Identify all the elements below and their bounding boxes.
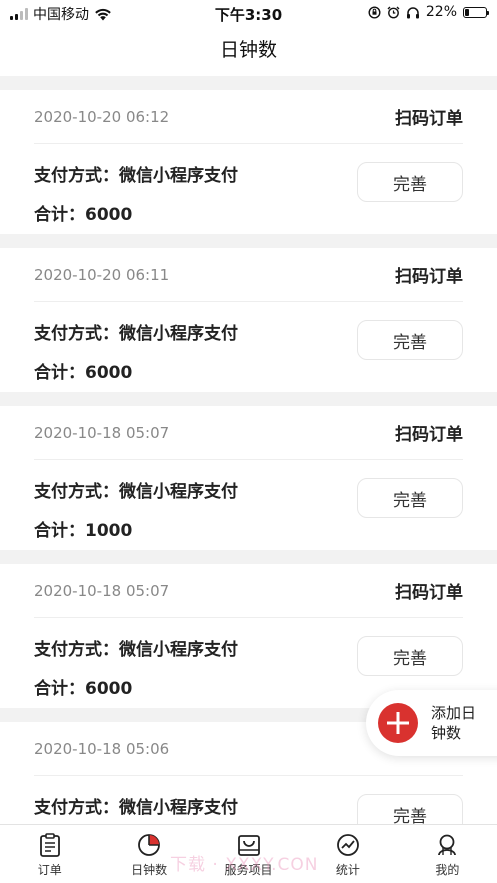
tab-bar: 订单 日钟数 服务项目 统计 我的 [0,824,497,883]
order-card-header: 2020-10-20 06:11 扫码订单 [34,248,463,302]
complete-button[interactable]: 完善 [357,320,463,360]
order-time: 2020-10-20 06:11 [34,265,170,284]
app-screen: 中国移动 下午3:30 22% 日钟数 2020-10-20 06:12 扫码订… [0,0,497,883]
tab-orders[interactable]: 订单 [0,825,99,883]
order-time: 2020-10-18 05:06 [34,739,170,758]
order-total: 合计：6000 [34,679,133,699]
battery-fill [465,8,470,16]
page-title: 日钟数 [0,26,497,76]
complete-button[interactable]: 完善 [357,478,463,518]
battery-icon [463,6,489,18]
orientation-lock-icon [368,5,381,19]
order-type: 扫码订单 [395,425,463,445]
pie-chart-icon [136,833,162,857]
payment-method: 支付方式：微信小程序支付 [34,324,238,344]
status-bar: 中国移动 下午3:30 22% [0,0,497,26]
order-total: 合计：1000 [34,521,133,541]
tab-daily-count-label: 日钟数 [131,863,168,877]
alarm-icon [387,6,400,18]
user-icon [434,833,460,857]
tab-services-label: 服务项目 [224,863,273,877]
order-card-header: 2020-10-18 05:07 扫码订单 [34,564,463,618]
order-card[interactable]: 2020-10-18 05:07 扫码订单 支付方式：微信小程序支付 合计：10… [0,406,497,550]
order-card-body: 支付方式：微信小程序支付 合计：6000 完善 [34,302,463,392]
payment-method: 支付方式：微信小程序支付 [34,166,238,186]
tab-orders-label: 订单 [37,863,62,877]
order-card-header: 2020-10-20 06:12 扫码订单 [34,90,463,144]
tab-daily-count[interactable]: 日钟数 [99,825,198,883]
order-card[interactable]: 2020-10-20 06:11 扫码订单 支付方式：微信小程序支付 合计：60… [0,248,497,392]
order-card-body: 支付方式：微信小程序支付 合计：6000 完善 [34,144,463,234]
order-type: 扫码订单 [395,583,463,603]
order-type: 扫码订单 [395,267,463,287]
payment-method: 支付方式：微信小程序支付 [34,798,238,818]
order-list-icon [37,833,63,857]
order-time: 2020-10-18 05:07 [34,581,170,600]
order-card[interactable]: 2020-10-18 05:07 扫码订单 支付方式：微信小程序支付 合计：60… [0,564,497,708]
order-card[interactable]: 2020-10-20 06:12 扫码订单 支付方式：微信小程序支付 合计：60… [0,90,497,234]
complete-button[interactable]: 完善 [357,162,463,202]
order-total: 合计：6000 [34,363,133,383]
plus-icon [378,703,418,743]
battery-percent: 22% [425,4,457,20]
tab-services[interactable]: 服务项目 [199,825,298,883]
order-type: 扫码订单 [395,109,463,129]
trend-chart-icon [335,833,361,857]
tab-statistics[interactable]: 统计 [298,825,397,883]
add-daily-count-button[interactable]: 添加日钟数 [366,690,497,756]
complete-button[interactable]: 完善 [357,636,463,676]
order-list[interactable]: 2020-10-20 06:12 扫码订单 支付方式：微信小程序支付 合计：60… [0,90,497,880]
payment-method: 支付方式：微信小程序支付 [34,482,238,502]
order-total: 合计：6000 [34,205,133,225]
tab-statistics-label: 统计 [335,863,360,877]
add-daily-count-label: 添加日钟数 [431,704,477,742]
order-time: 2020-10-18 05:07 [34,423,170,442]
order-time: 2020-10-20 06:12 [34,107,170,126]
payment-method: 支付方式：微信小程序支付 [34,640,238,660]
tab-mine-label: 我的 [435,863,460,877]
order-card-body: 支付方式：微信小程序支付 合计：1000 完善 [34,460,463,550]
status-right: 22% [368,4,489,20]
order-card-header: 2020-10-18 05:07 扫码订单 [34,406,463,460]
tab-mine[interactable]: 我的 [398,825,497,883]
shopping-bag-icon [236,833,262,857]
headphones-icon [406,6,419,18]
